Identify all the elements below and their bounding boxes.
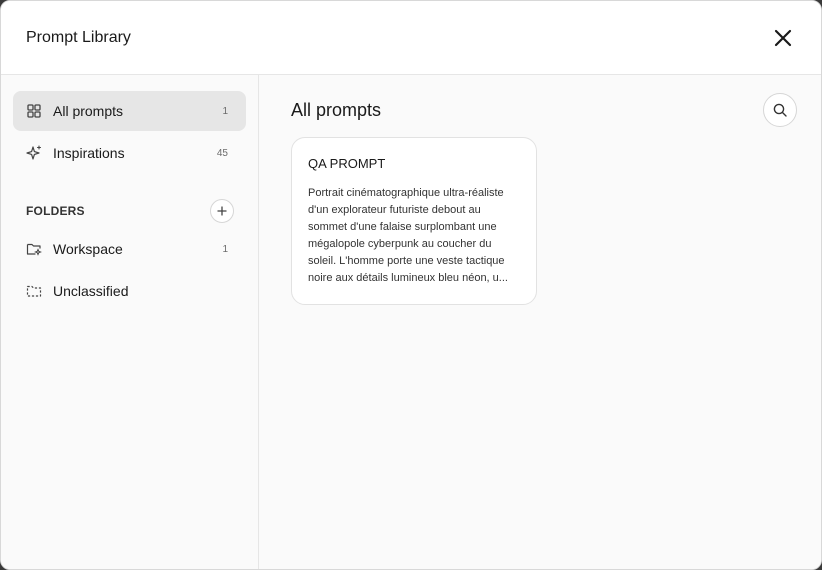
modal-body: All prompts 1 Inspirations 45 FOLDERS Wo…	[1, 75, 821, 569]
prompt-card-title: QA PROMPT	[308, 156, 386, 171]
search-button[interactable]	[763, 93, 797, 127]
sidebar: All prompts 1 Inspirations 45 FOLDERS Wo…	[1, 75, 259, 569]
sidebar-item-inspirations[interactable]: Inspirations 45	[13, 133, 246, 173]
sidebar-item-workspace[interactable]: Workspace 1	[13, 229, 246, 269]
sparkle-icon	[25, 144, 43, 162]
folders-title: FOLDERS	[26, 204, 85, 218]
sidebar-item-label: Inspirations	[53, 145, 125, 161]
main-content: All prompts QA PROMPT Portrait cinématog…	[259, 75, 821, 569]
close-icon	[774, 29, 792, 46]
add-folder-button[interactable]	[210, 199, 234, 223]
sidebar-item-label: Unclassified	[53, 283, 129, 299]
sidebar-item-all-prompts[interactable]: All prompts 1	[13, 91, 246, 131]
close-button[interactable]	[769, 24, 797, 52]
dashed-folder-icon	[25, 282, 43, 300]
page-title: All prompts	[291, 99, 382, 120]
folders-header: FOLDERS	[13, 199, 246, 223]
prompt-card-text: Portrait cinématographique ultra-réalist…	[308, 187, 508, 284]
sidebar-item-count: 1	[222, 105, 228, 117]
modal-header: Prompt Library	[1, 1, 821, 75]
search-icon	[773, 103, 787, 117]
main-header: All prompts	[291, 93, 797, 127]
sidebar-item-label: Workspace	[53, 241, 123, 257]
sidebar-item-count: 1	[222, 243, 228, 255]
folder-star-icon	[25, 240, 43, 258]
prompt-library-modal: Prompt Library All prompts 1 Inspiration…	[0, 0, 822, 570]
modal-title: Prompt Library	[26, 28, 131, 46]
prompt-card[interactable]: QA PROMPT Portrait cinématographique ult…	[291, 137, 537, 305]
grid-icon	[25, 102, 43, 120]
sidebar-item-unclassified[interactable]: Unclassified	[13, 271, 246, 311]
sidebar-item-label: All prompts	[53, 103, 124, 119]
sidebar-item-count: 45	[216, 147, 228, 159]
plus-icon	[217, 206, 227, 216]
